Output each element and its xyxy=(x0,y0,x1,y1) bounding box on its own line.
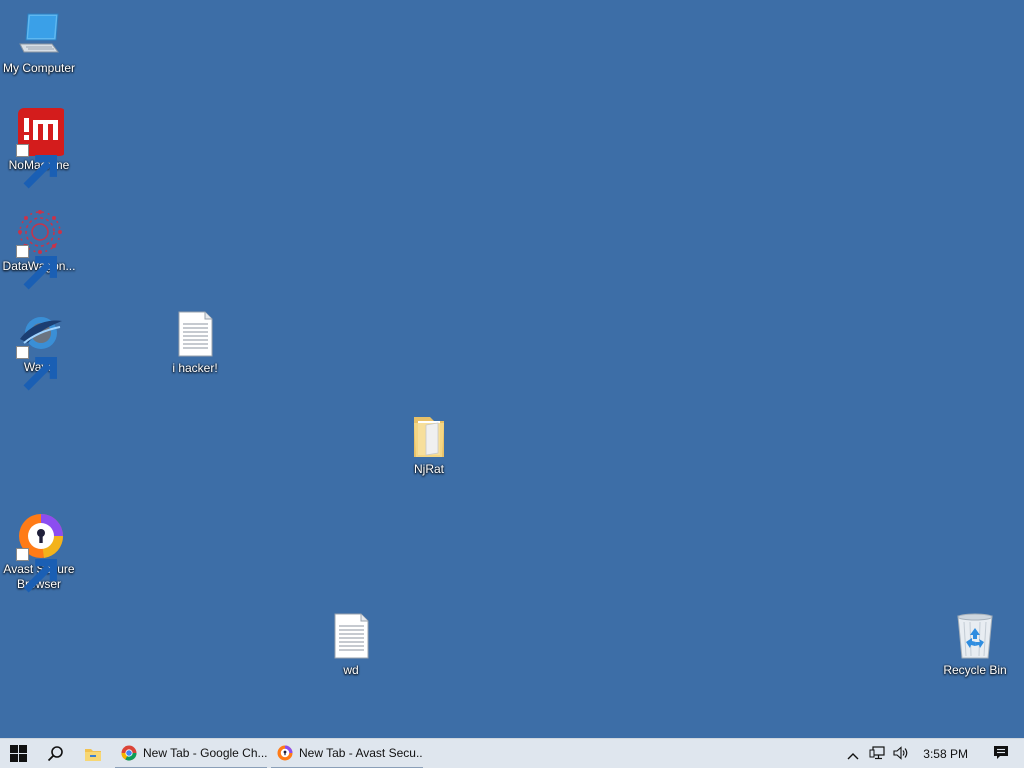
file-explorer-button[interactable] xyxy=(74,739,111,768)
text-file-icon xyxy=(326,612,376,662)
desktop-icon-datawagon[interactable]: DataWagon... xyxy=(0,208,78,290)
chrome-icon xyxy=(121,745,137,761)
desktop-icon-i-hacker-file[interactable]: i hacker! xyxy=(156,310,234,376)
text-file-icon xyxy=(170,310,220,360)
volume-icon xyxy=(893,745,909,764)
computer-icon xyxy=(14,10,64,60)
desktop-icon-label: My Computer xyxy=(2,61,76,75)
folder-icon xyxy=(404,411,454,461)
nomachine-icon xyxy=(14,107,64,189)
desktop-icon-nomachine[interactable]: NoMachine xyxy=(0,107,78,189)
recycle-bin-icon xyxy=(950,612,1000,662)
desktop-icon-wave[interactable]: Wave xyxy=(0,309,78,391)
datawagon-icon xyxy=(14,208,64,290)
wave-icon xyxy=(14,309,64,391)
system-tray: 3:58 PM xyxy=(841,739,1024,768)
network-icon xyxy=(869,745,885,764)
shortcut-arrow-icon xyxy=(16,245,58,290)
taskbar-app-label: New Tab - Google Ch... xyxy=(143,745,267,760)
action-center-icon xyxy=(993,745,1009,764)
desktop-icon-wd-file[interactable]: wd xyxy=(312,612,390,678)
shortcut-arrow-icon xyxy=(16,346,58,391)
desktop-icon-label: NjRat xyxy=(413,462,444,476)
taskbar-app-chrome[interactable]: New Tab - Google Ch... xyxy=(115,739,267,768)
show-hidden-icons-button[interactable] xyxy=(841,739,865,768)
chevron-up-icon xyxy=(847,745,859,764)
desktop: My Computer NoMachine DataWagon... Wave … xyxy=(0,0,1024,738)
desktop-icon-avast-secure-browser[interactable]: Avast Secure Browser xyxy=(0,511,78,593)
search-button[interactable] xyxy=(37,739,74,768)
volume-button[interactable] xyxy=(889,739,913,768)
desktop-icon-njrat-folder[interactable]: NjRat xyxy=(390,411,468,477)
action-center-button[interactable] xyxy=(978,739,1024,768)
desktop-icon-label: Recycle Bin xyxy=(943,663,1007,677)
start-button[interactable] xyxy=(0,739,37,768)
network-button[interactable] xyxy=(865,739,889,768)
desktop-icon-label: wd xyxy=(343,663,359,677)
shortcut-arrow-icon xyxy=(16,548,58,593)
search-icon xyxy=(47,745,64,762)
desktop-icon-my-computer[interactable]: My Computer xyxy=(0,10,78,76)
windows-start-icon xyxy=(10,745,27,762)
taskbar: New Tab - Google Ch... New Tab - Avast S… xyxy=(0,738,1024,768)
avast-browser-icon xyxy=(14,511,64,593)
clock[interactable]: 3:58 PM xyxy=(913,739,978,768)
shortcut-arrow-icon xyxy=(16,144,58,189)
desktop-icon-recycle-bin[interactable]: Recycle Bin xyxy=(936,612,1014,678)
file-explorer-icon xyxy=(84,746,102,762)
desktop-icon-label: i hacker! xyxy=(172,361,218,375)
taskbar-app-label: New Tab - Avast Secu... xyxy=(299,745,423,760)
taskbar-app-avast[interactable]: New Tab - Avast Secu... xyxy=(271,739,423,768)
avast-browser-icon xyxy=(277,745,293,761)
